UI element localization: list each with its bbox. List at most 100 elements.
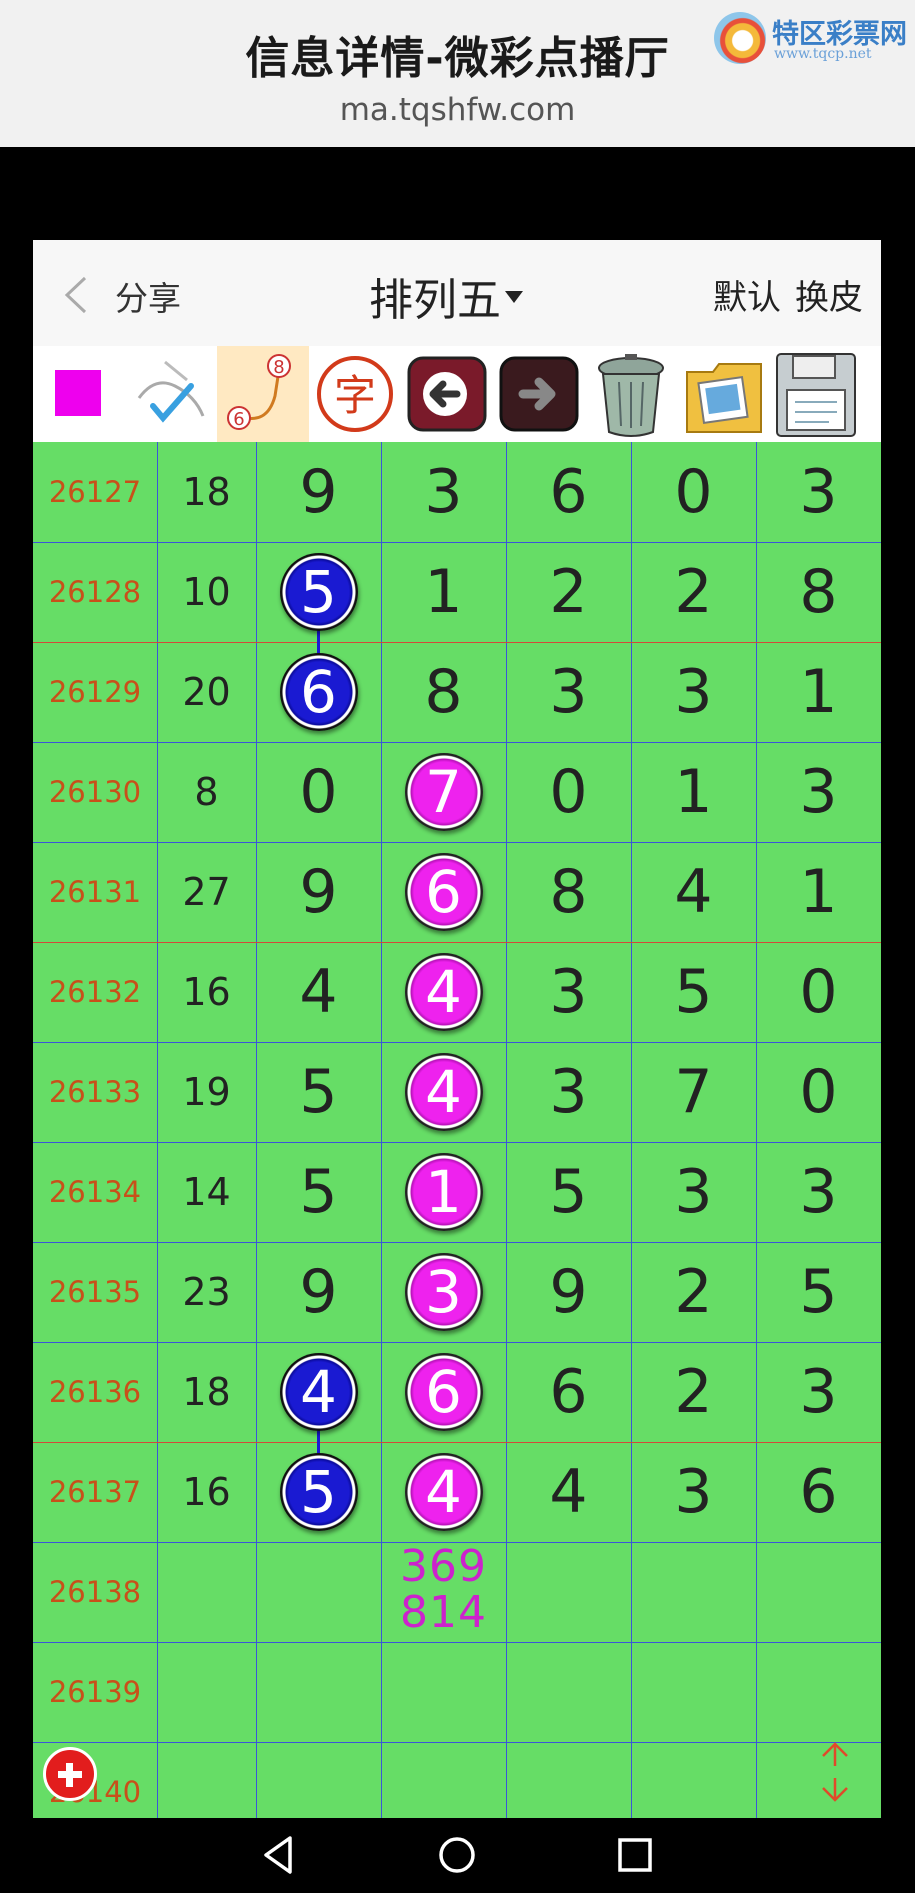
digit-cell[interactable]: 0: [756, 1042, 881, 1142]
digit-cell[interactable]: 1: [756, 842, 881, 942]
digit-cell[interactable]: 1: [631, 742, 756, 842]
home-circle-icon[interactable]: [434, 1832, 480, 1878]
pen-check-svg: [137, 360, 205, 423]
digit-cell[interactable]: [756, 1642, 881, 1742]
digit-cell[interactable]: 4: [256, 942, 381, 1042]
digit-cell[interactable]: [381, 1742, 506, 1818]
digit-cell[interactable]: 1: [756, 642, 881, 742]
digit-cell[interactable]: 7: [631, 1042, 756, 1142]
trend-grid[interactable]: 26127 18 9 3 6 0 3 26128 10 5 1 2 2 8 26129 20 6 8 3 3 1 2613…: [33, 442, 881, 1818]
sum-value: 20: [182, 670, 231, 714]
digit-cell[interactable]: 3: [381, 442, 506, 542]
connect-line-icon[interactable]: 8 6: [217, 346, 309, 442]
digit-cell[interactable]: 2: [631, 1242, 756, 1342]
digit-ball[interactable]: 6: [404, 1353, 483, 1431]
char-label: 字: [334, 371, 376, 420]
digit-ball[interactable]: 6: [279, 653, 358, 731]
digit-ball[interactable]: 3: [404, 1253, 483, 1331]
digit-cell[interactable]: 6: [756, 1442, 881, 1542]
digit-cell[interactable]: 6: [506, 1342, 631, 1442]
digit-cell[interactable]: 3: [756, 1342, 881, 1442]
trash-icon[interactable]: [585, 346, 677, 442]
digit-cell[interactable]: 3: [756, 1142, 881, 1242]
digit-cell[interactable]: 5: [631, 942, 756, 1042]
digit-cell[interactable]: [256, 1742, 381, 1818]
redo-arrow-icon[interactable]: [493, 346, 585, 442]
digit-cell[interactable]: 2: [631, 542, 756, 642]
digit-cell[interactable]: 3: [506, 942, 631, 1042]
change-skin-button[interactable]: 换皮: [795, 278, 863, 318]
digit-ball[interactable]: 7: [404, 753, 483, 831]
lottery-selector[interactable]: 排列五: [369, 264, 523, 328]
digit-cell[interactable]: 5: [506, 1142, 631, 1242]
digit-cell[interactable]: [256, 1642, 381, 1742]
connect-top-label: 8: [273, 357, 284, 378]
share-button[interactable]: 分享: [115, 272, 181, 320]
digit-cell[interactable]: 0: [756, 942, 881, 1042]
digit-cell[interactable]: 3: [756, 442, 881, 542]
digit-cell[interactable]: [631, 1742, 756, 1818]
digit-cell[interactable]: 8: [756, 542, 881, 642]
page-url[interactable]: ma.tqshfw.com: [0, 92, 915, 128]
digit-cell[interactable]: [381, 1642, 506, 1742]
pen-check-icon[interactable]: [125, 346, 217, 442]
back-chevron-icon[interactable]: [63, 276, 89, 314]
digit-cell[interactable]: [506, 1542, 631, 1642]
digit-cell[interactable]: 3: [631, 1442, 756, 1542]
digit-ball[interactable]: 5: [279, 1453, 358, 1531]
digit-ball[interactable]: 5: [279, 553, 358, 631]
digit-ball[interactable]: 4: [404, 1453, 483, 1531]
sum-value: 18: [182, 1370, 231, 1414]
digit-cell[interactable]: [506, 1742, 631, 1818]
digit-cell[interactable]: 9: [256, 1242, 381, 1342]
digit-cell[interactable]: 0: [631, 442, 756, 542]
digit-ball[interactable]: 4: [279, 1353, 358, 1431]
digit-cell[interactable]: 3: [506, 642, 631, 742]
issue-number: 26134: [48, 1175, 142, 1209]
digit-ball[interactable]: 4: [404, 953, 483, 1031]
issue-number: 26129: [48, 675, 142, 709]
digit-cell[interactable]: 9: [256, 842, 381, 942]
digit-cell[interactable]: 9: [256, 442, 381, 542]
digit-cell[interactable]: 0: [506, 742, 631, 842]
digit-cell[interactable]: [506, 1642, 631, 1742]
digit-ball[interactable]: 4: [404, 1053, 483, 1131]
digit-cell[interactable]: 3: [506, 1042, 631, 1142]
char-icon[interactable]: 字: [309, 346, 401, 442]
digit-ball[interactable]: 6: [404, 853, 483, 931]
digit-ball[interactable]: 1: [404, 1153, 483, 1231]
info-header: 信息详情-微彩点播厅 ma.tqshfw.com 特区彩票网 www.tqcp.…: [0, 0, 915, 147]
digit-cell[interactable]: 8: [506, 842, 631, 942]
digit-cell[interactable]: 3: [631, 642, 756, 742]
screen: 信息详情-微彩点播厅 ma.tqshfw.com 特区彩票网 www.tqcp.…: [0, 0, 915, 1893]
digit-cell[interactable]: 3: [631, 1142, 756, 1242]
site-logo[interactable]: 特区彩票网 www.tqcp.net: [712, 10, 912, 66]
digit-cell[interactable]: 5: [256, 1142, 381, 1242]
color-swatch-icon[interactable]: [33, 346, 125, 442]
digit-cell[interactable]: 1: [381, 542, 506, 642]
back-triangle-icon[interactable]: [256, 1832, 302, 1878]
digit-cell[interactable]: [631, 1642, 756, 1742]
recents-square-icon[interactable]: [612, 1832, 658, 1878]
digit-cell[interactable]: 2: [631, 1342, 756, 1442]
scroll-arrows-icon[interactable]: [815, 1740, 855, 1804]
gallery-svg: [686, 363, 762, 433]
add-icon[interactable]: [43, 1747, 97, 1801]
digit-cell[interactable]: 9: [506, 1242, 631, 1342]
digit-cell[interactable]: 2: [506, 542, 631, 642]
undo-arrow-icon[interactable]: [401, 346, 493, 442]
gallery-icon[interactable]: [677, 346, 769, 442]
digit-cell[interactable]: [256, 1542, 381, 1642]
digit-cell[interactable]: [631, 1542, 756, 1642]
digit-cell[interactable]: 8: [381, 642, 506, 742]
default-button[interactable]: 默认: [713, 278, 781, 318]
digit-cell[interactable]: 0: [256, 742, 381, 842]
digit-cell[interactable]: 3: [756, 742, 881, 842]
digit-cell[interactable]: 6: [506, 442, 631, 542]
digit-cell[interactable]: 4: [506, 1442, 631, 1542]
digit-cell[interactable]: 5: [756, 1242, 881, 1342]
digit-cell[interactable]: 4: [631, 842, 756, 942]
digit-cell[interactable]: 5: [256, 1042, 381, 1142]
digit-cell[interactable]: [756, 1542, 881, 1642]
save-disk-icon[interactable]: [769, 346, 881, 442]
